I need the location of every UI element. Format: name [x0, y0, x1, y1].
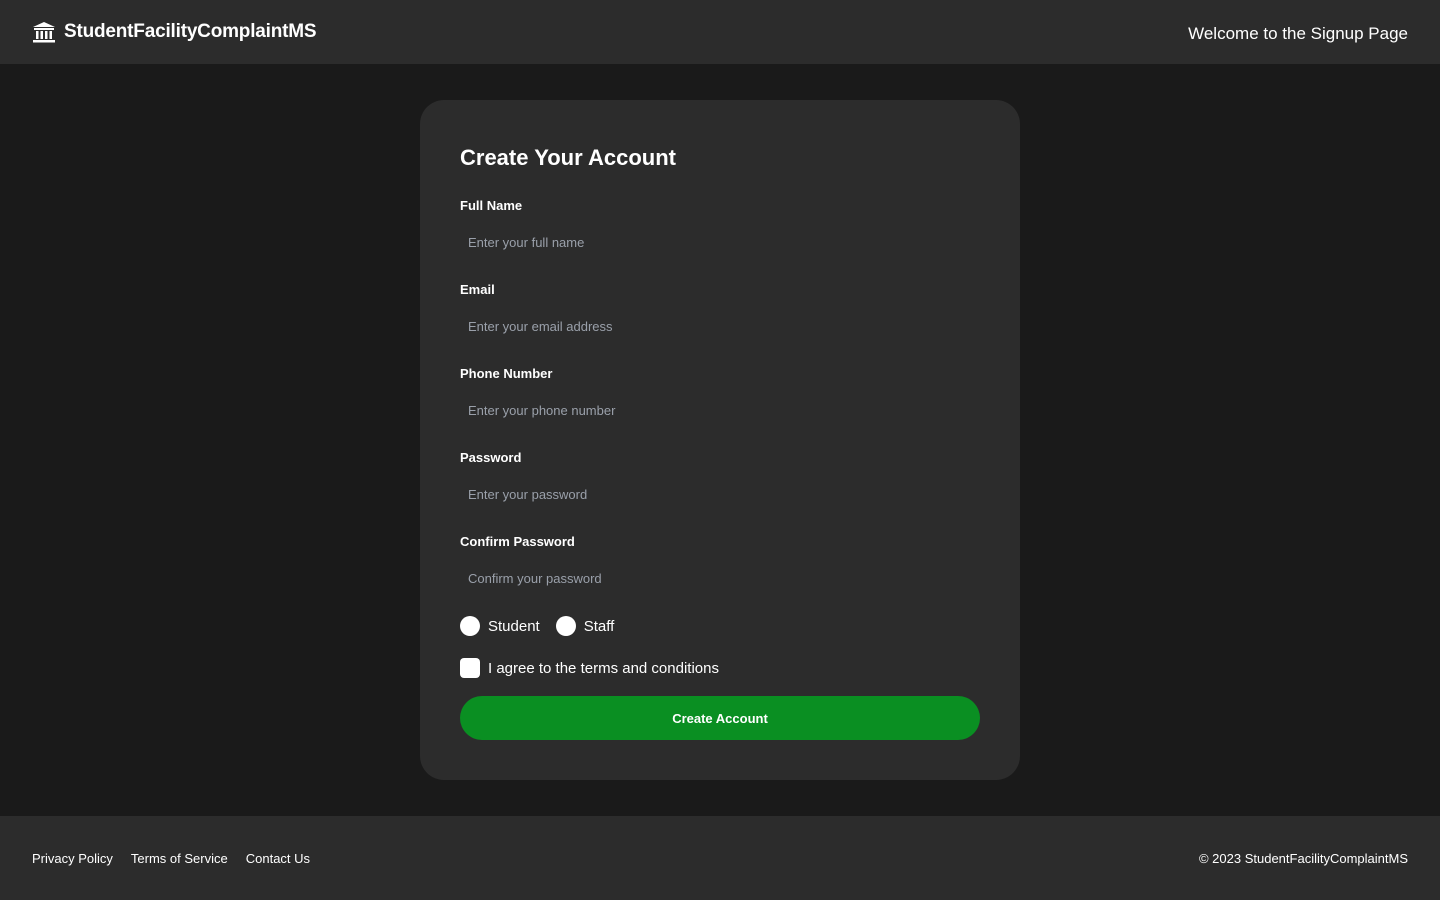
role-option-student[interactable]: Student [460, 616, 540, 636]
institution-icon [32, 20, 56, 44]
student-radio[interactable] [460, 616, 480, 636]
copyright-text: © 2023 StudentFacilityComplaintMS [1198, 850, 1408, 866]
privacy-policy-link[interactable]: Privacy Policy [32, 851, 113, 866]
phone-label: Phone Number [460, 366, 553, 381]
role-option-staff[interactable]: Staff [555, 616, 615, 636]
brand-name: StudentFacilityComplaintMS [64, 21, 317, 42]
email-input[interactable] [460, 310, 980, 342]
top-navbar: StudentFacilityComplaintMS Welcome to th… [0, 0, 1440, 64]
confirm-password-group: Confirm Password [460, 534, 980, 594]
brand[interactable]: StudentFacilityComplaintMS [32, 20, 317, 44]
terms-checkbox[interactable] [460, 658, 480, 678]
staff-radio[interactable] [555, 616, 576, 636]
email-group: Email [460, 282, 980, 342]
email-label: Email [460, 282, 495, 297]
password-input[interactable] [460, 478, 980, 510]
terms-agreement[interactable]: I agree to the terms and conditions [460, 658, 719, 678]
page-title: Create Your Account [460, 145, 676, 170]
create-account-button[interactable]: Create Account [460, 696, 980, 740]
terms-label: I agree to the terms and conditions [488, 659, 719, 677]
full-name-input[interactable] [460, 226, 980, 258]
phone-group: Phone Number [460, 366, 980, 426]
welcome-text: Welcome to the Signup Page [1188, 24, 1408, 43]
footer: Privacy Policy Terms of Service Contact … [0, 816, 1440, 900]
terms-of-service-link[interactable]: Terms of Service [131, 851, 228, 866]
contact-us-link[interactable]: Contact Us [246, 851, 310, 866]
role-selector: Student Staff [460, 616, 614, 636]
password-label: Password [460, 450, 522, 465]
password-group: Password [460, 450, 980, 510]
staff-label: Staff [583, 617, 615, 635]
confirm-password-label: Confirm Password [460, 534, 575, 549]
signup-card: Create Your Account Full Name Email Phon… [420, 100, 1020, 780]
confirm-password-input[interactable] [460, 562, 980, 594]
phone-input[interactable] [460, 394, 980, 426]
full-name-label: Full Name [460, 198, 523, 213]
footer-links: Privacy Policy Terms of Service Contact … [32, 851, 310, 866]
full-name-group: Full Name [460, 198, 980, 258]
student-label: Student [488, 617, 540, 635]
